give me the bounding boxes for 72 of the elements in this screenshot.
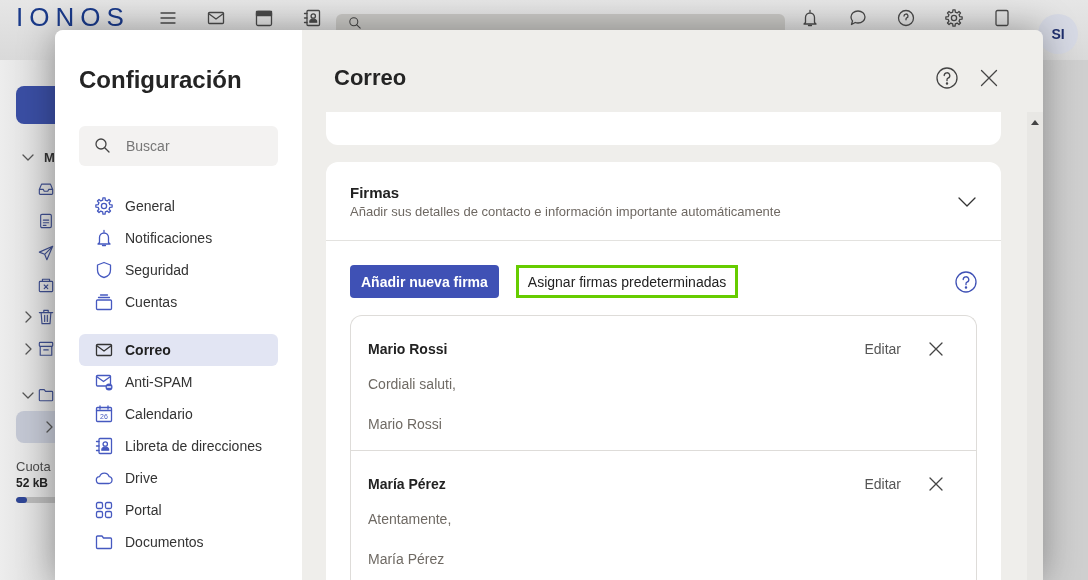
mail-icon[interactable] <box>207 9 225 27</box>
signature-name: Mario Rossi <box>368 341 449 357</box>
menu-icon[interactable] <box>159 9 177 27</box>
folder-icon <box>38 387 54 403</box>
nav-item[interactable]: Documentos <box>79 526 278 558</box>
contact-card-icon <box>95 437 113 455</box>
nav-item[interactable]: Portal <box>79 494 278 526</box>
chevron-right-icon[interactable] <box>45 421 53 433</box>
dialog-title: Configuración <box>79 65 243 95</box>
quota-label: Cuota <box>16 459 51 475</box>
stack-icon <box>95 293 113 311</box>
chevron-right-icon[interactable] <box>24 311 32 323</box>
assign-signatures-button[interactable]: Asignar firmas predeterminadas <box>515 265 739 298</box>
action-button[interactable] <box>16 86 55 124</box>
nav-item[interactable]: Anti-SPAM <box>79 366 278 398</box>
search-field[interactable]: Buscar <box>79 126 278 166</box>
search-icon <box>349 17 361 29</box>
grid-icon <box>95 501 113 519</box>
folder-icon <box>95 533 113 551</box>
delete-icon[interactable] <box>929 342 943 356</box>
box-x-icon <box>38 277 54 293</box>
help-icon[interactable] <box>936 67 958 89</box>
section-description: Añadir sus detalles de contacto e información importante automáticamente <box>350 203 782 221</box>
logo[interactable]: IONOS <box>16 6 136 28</box>
chevron-down-icon[interactable] <box>22 153 34 161</box>
chevron-right-icon[interactable] <box>24 343 32 355</box>
help-icon[interactable] <box>897 9 915 27</box>
envelope-minus-icon <box>95 373 113 391</box>
shield-icon <box>95 261 113 279</box>
nav-item[interactable]: Cuentas <box>79 286 278 318</box>
nav-item[interactable]: Libreta de direcciones <box>79 430 278 462</box>
edit-link[interactable]: Editar <box>864 341 901 357</box>
gear-icon <box>95 197 113 215</box>
up-arrow-icon[interactable] <box>1031 120 1039 125</box>
bell-icon[interactable] <box>801 9 819 27</box>
archive-icon <box>38 341 54 357</box>
search-icon <box>95 138 110 153</box>
nav-item[interactable]: Drive <box>79 462 278 494</box>
chevron-down-icon[interactable] <box>958 197 976 207</box>
tablet-icon[interactable] <box>993 9 1011 27</box>
signature-text: Atentamente, <box>368 510 453 529</box>
folder-group-label[interactable]: M <box>44 149 55 165</box>
calendar-icon[interactable] <box>255 9 273 27</box>
chevron-down-icon[interactable] <box>22 391 34 399</box>
contacts-icon[interactable] <box>303 9 321 27</box>
delete-icon[interactable] <box>929 477 943 491</box>
close-icon[interactable] <box>980 69 998 87</box>
nav-item[interactable]: Seguridad <box>79 254 278 286</box>
settings-icon[interactable] <box>945 9 963 27</box>
signature-text: María Pérez <box>368 550 446 569</box>
quota-value: 52 kB <box>16 475 49 491</box>
scrollbar[interactable] <box>1027 112 1043 580</box>
trash-icon <box>38 309 54 325</box>
document-icon <box>38 213 54 229</box>
chat-icon[interactable] <box>849 9 867 27</box>
edit-link[interactable]: Editar <box>864 476 901 492</box>
inbox-icon <box>38 181 54 197</box>
search-field[interactable] <box>336 14 785 30</box>
nav-item[interactable]: Correo <box>79 334 278 366</box>
paper-plane-icon <box>38 245 54 261</box>
bell-icon <box>95 229 113 247</box>
signature-text: Mario Rossi <box>368 415 443 434</box>
avatar[interactable]: SI <box>1038 14 1078 54</box>
nav-item[interactable]: General <box>79 190 278 222</box>
add-signature-button[interactable]: Añadir nueva firma <box>350 265 499 298</box>
signature-name: María Pérez <box>368 476 447 492</box>
envelope-icon <box>95 341 113 359</box>
panel-title: Correo <box>334 64 408 92</box>
nav-item[interactable]: Notificaciones <box>79 222 278 254</box>
section-title: Firmas <box>350 183 401 203</box>
signature-text: Cordiali saluti, <box>368 375 457 394</box>
help-icon[interactable] <box>955 270 977 293</box>
